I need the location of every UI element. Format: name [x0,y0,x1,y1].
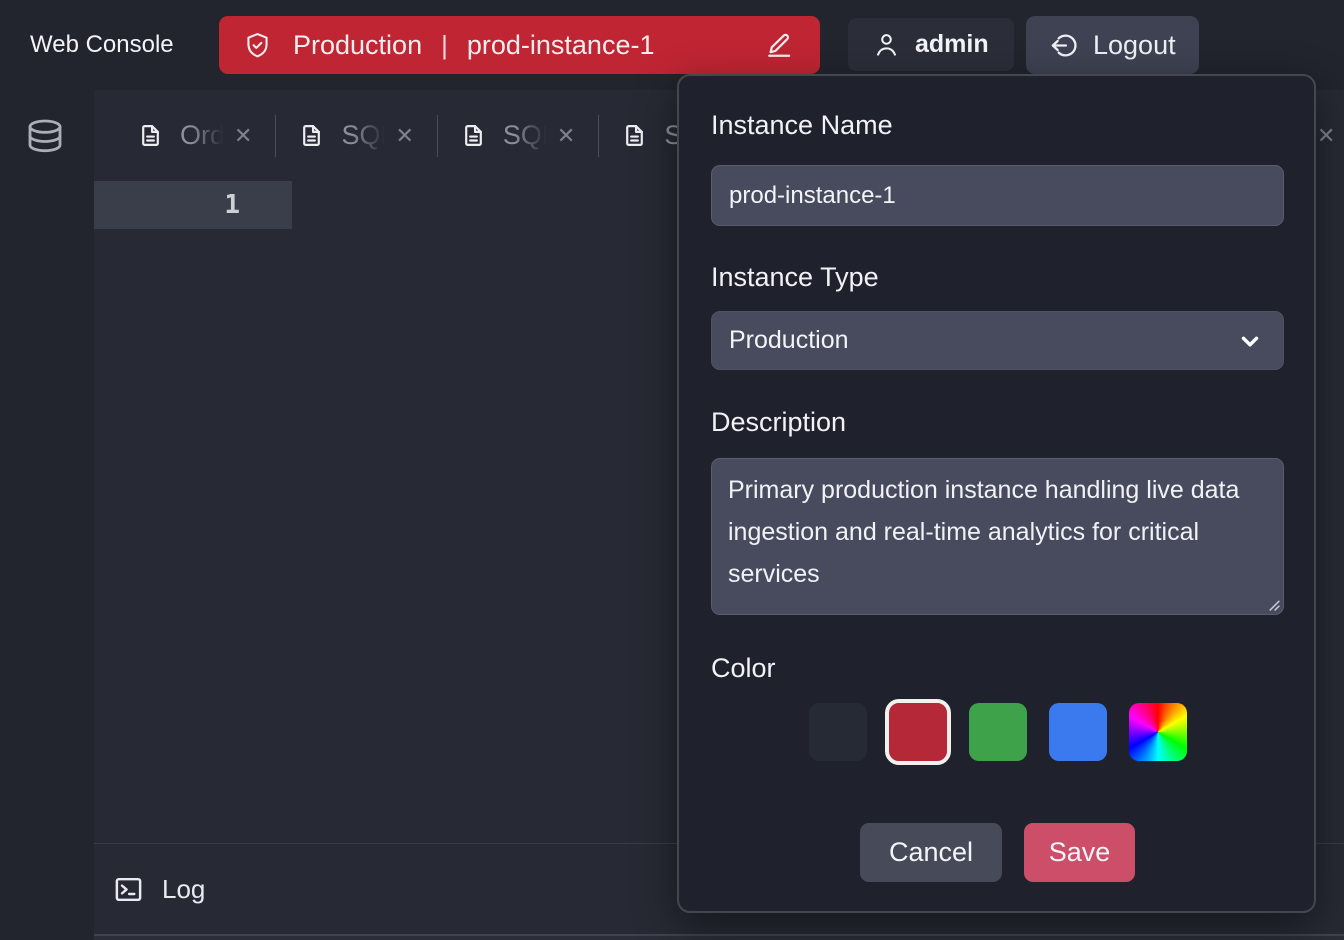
line-number: 1 [94,181,292,229]
environment-label: Production [293,30,422,61]
tab-close-icon[interactable]: ✕ [557,125,575,147]
left-sidebar [0,90,94,940]
tab-1[interactable]: Ord ✕ [138,120,252,151]
instance-type-selected-value: Production [729,326,849,355]
logout-label: Logout [1093,30,1176,61]
tab-close-icon[interactable]: ✕ [234,125,252,147]
color-field-label: Color [711,653,776,684]
tab-divider [275,115,276,157]
database-icon[interactable] [25,118,65,162]
description-textarea[interactable]: Primary production instance handling liv… [711,458,1284,615]
instance-name-field-label: Instance Name [711,110,893,141]
app-title: Web Console [30,0,174,90]
modal-button-row: Cancel Save [711,823,1284,882]
shield-check-icon [243,31,272,60]
bottom-strip [94,934,1344,940]
username-label: admin [915,30,989,59]
chevron-down-icon [1237,328,1263,354]
cancel-button[interactable]: Cancel [860,823,1002,882]
terminal-icon [113,874,144,905]
instance-settings-modal: Instance Name Instance Type Production D… [677,74,1316,913]
logout-icon [1049,31,1078,60]
tab-close-icon-overflow[interactable]: ✕ [1317,123,1335,149]
color-swatch-rainbow[interactable] [1129,703,1187,761]
color-swatch-row [711,703,1284,761]
file-text-icon [138,123,163,148]
color-swatch-default[interactable] [809,703,867,761]
color-swatch-green[interactable] [969,703,1027,761]
tab-3[interactable]: SQL ✕ [461,120,575,151]
user-chip: admin [848,18,1014,71]
tab-label: Ord [180,120,226,151]
web-console-screen: Web Console Production | prod-instance-1 [0,0,1344,940]
file-text-icon [299,123,324,148]
tab-label: SQL [503,120,549,151]
description-field-label: Description [711,407,846,438]
instance-type-select[interactable]: Production [711,311,1284,370]
logout-button[interactable]: Logout [1026,16,1199,74]
color-swatch-red[interactable] [889,703,947,761]
instance-type-field-label: Instance Type [711,262,879,293]
tab-divider [598,115,599,157]
edit-instance-icon[interactable] [765,31,794,60]
log-label: Log [162,874,205,905]
badge-separator: | [441,30,448,61]
tab-2[interactable]: SQL ✕ [299,120,413,151]
save-button[interactable]: Save [1024,823,1135,882]
user-icon [873,31,900,58]
tab-divider [437,115,438,157]
file-text-icon [461,123,486,148]
description-textarea-wrap: Primary production instance handling liv… [711,458,1284,615]
instance-badge[interactable]: Production | prod-instance-1 [219,16,820,74]
instance-name-label: prod-instance-1 [467,30,655,61]
tab-close-icon[interactable]: ✕ [395,125,413,147]
color-swatch-blue[interactable] [1049,703,1107,761]
instance-name-input[interactable] [711,165,1284,226]
file-text-icon [622,123,647,148]
editor-active-line-gutter[interactable]: 1 [94,181,292,229]
tab-label: SQL [341,120,387,151]
